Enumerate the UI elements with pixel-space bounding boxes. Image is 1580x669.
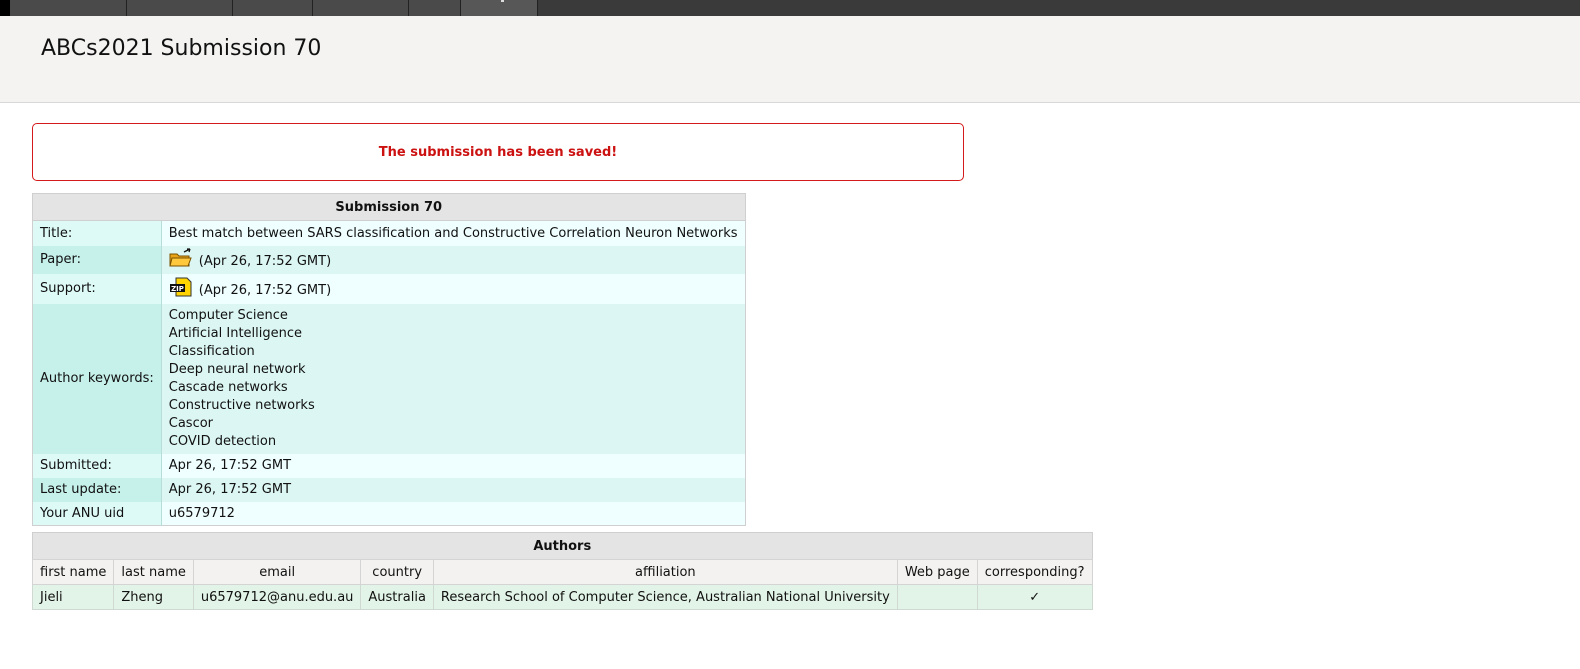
- submitted-value: Apr 26, 17:52 GMT: [161, 453, 746, 478]
- keyword-item: Deep neural network: [168, 361, 306, 377]
- keyword-item: Computer Science: [168, 307, 288, 323]
- page-header: ABCs2021 Submission 70: [0, 16, 1580, 103]
- column-header: country: [360, 559, 434, 585]
- column-header: affiliation: [432, 559, 898, 585]
- menu-item[interactable]: [409, 0, 461, 16]
- author-last-name: Zheng: [113, 584, 194, 610]
- saved-message-text: The submission has been saved!: [378, 144, 618, 160]
- author-country: Australia: [360, 584, 434, 610]
- saved-message-box: The submission has been saved!: [32, 123, 964, 181]
- authors-caption: Authors: [32, 532, 1093, 560]
- keyword-item: Cascade networks: [168, 379, 288, 395]
- support-time: (Apr 26, 17:52 GMT): [198, 282, 332, 298]
- author-first-name: Jieli: [31, 584, 115, 610]
- author-email: u6579712@anu.edu.au: [192, 584, 362, 610]
- keyword-item: Cascor: [168, 415, 214, 431]
- column-header: corresponding?: [976, 559, 1093, 585]
- submission-caption: Submission 70: [32, 193, 746, 221]
- last-update-value: Apr 26, 17:52 GMT: [161, 477, 746, 502]
- menu-item[interactable]: [313, 0, 409, 16]
- keyword-item: COVID detection: [168, 433, 277, 449]
- author-corresponding-check: ✓: [976, 584, 1093, 610]
- column-header: email: [192, 559, 362, 585]
- title-label: Title:: [32, 220, 162, 246]
- column-header: Web page: [896, 559, 978, 585]
- folder-open-icon[interactable]: [169, 247, 193, 272]
- svg-text:ZIP: ZIP: [171, 284, 184, 292]
- paper-time: (Apr 26, 17:52 GMT): [198, 253, 332, 269]
- authors-table: Authors first name last name email count…: [31, 532, 1093, 610]
- last-update-label: Last update:: [32, 477, 162, 502]
- support-label: Support:: [32, 273, 162, 304]
- keywords-label: Author keywords:: [32, 303, 162, 454]
- uid-value: u6579712: [161, 501, 746, 526]
- keyword-item: Artificial Intelligence: [168, 325, 303, 341]
- author-web-page: [896, 584, 978, 610]
- top-menu-bar: [0, 0, 1580, 16]
- keyword-item: Constructive networks: [168, 397, 315, 413]
- paper-label: Paper:: [32, 245, 162, 274]
- author-affiliation: Research School of Computer Science, Aus…: [432, 584, 898, 610]
- keywords-list: Computer Science Artificial Intelligence…: [161, 303, 746, 454]
- keyword-item: Classification: [168, 343, 255, 359]
- menu-item[interactable]: [461, 0, 538, 16]
- uid-label: Your ANU uid: [32, 501, 162, 526]
- page-title: ABCs2021 Submission 70: [41, 36, 322, 61]
- table-row: Jieli Zheng u6579712@anu.edu.au Australi…: [31, 584, 1093, 610]
- menu-item[interactable]: [127, 0, 233, 16]
- support-cell: ZIP (Apr 26, 17:52 GMT): [161, 273, 746, 304]
- title-value: Best match between SARS classification a…: [161, 220, 746, 246]
- submitted-label: Submitted:: [32, 453, 162, 478]
- menu-item[interactable]: [233, 0, 313, 16]
- column-header: last name: [113, 559, 194, 585]
- paper-cell: (Apr 26, 17:52 GMT): [161, 245, 746, 274]
- menu-item[interactable]: [10, 0, 127, 16]
- submission-table: Submission 70 Title: Best match between …: [32, 193, 746, 526]
- column-header: first name: [31, 559, 115, 585]
- zip-file-icon[interactable]: ZIP: [169, 277, 193, 301]
